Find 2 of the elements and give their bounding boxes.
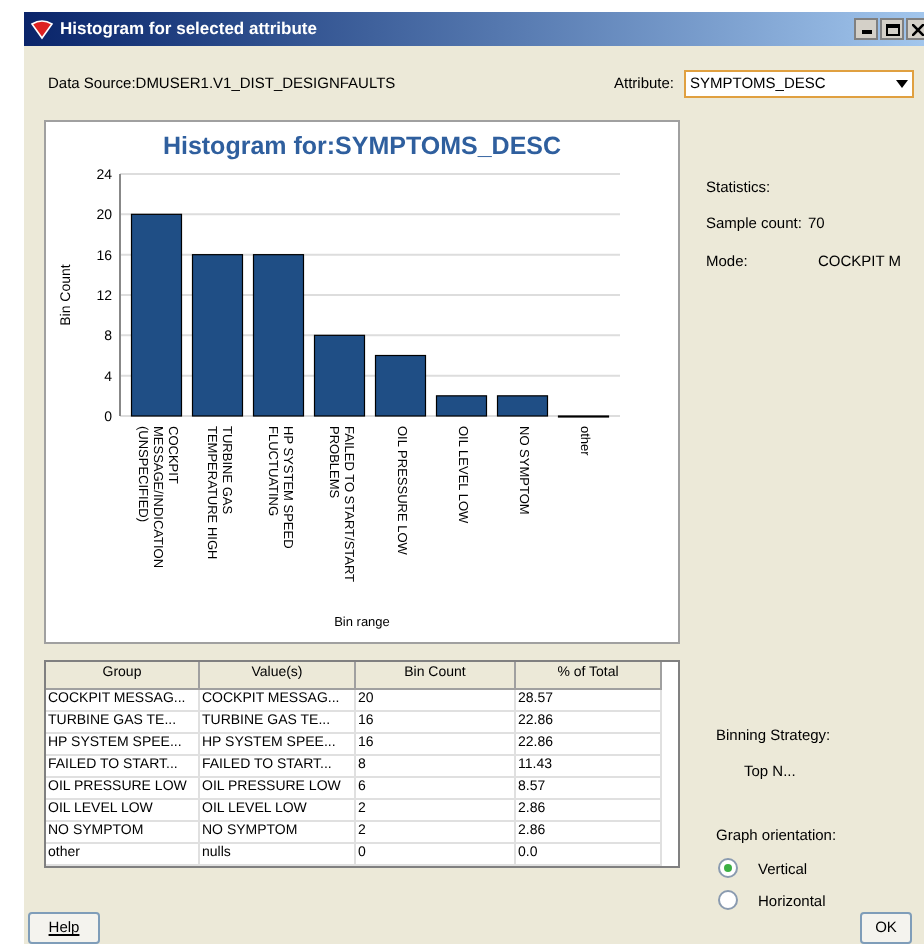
chart-title: Histogram for:SYMPTOMS_DESC [160, 132, 564, 160]
window-title: Histogram for selected attribute [60, 16, 317, 42]
